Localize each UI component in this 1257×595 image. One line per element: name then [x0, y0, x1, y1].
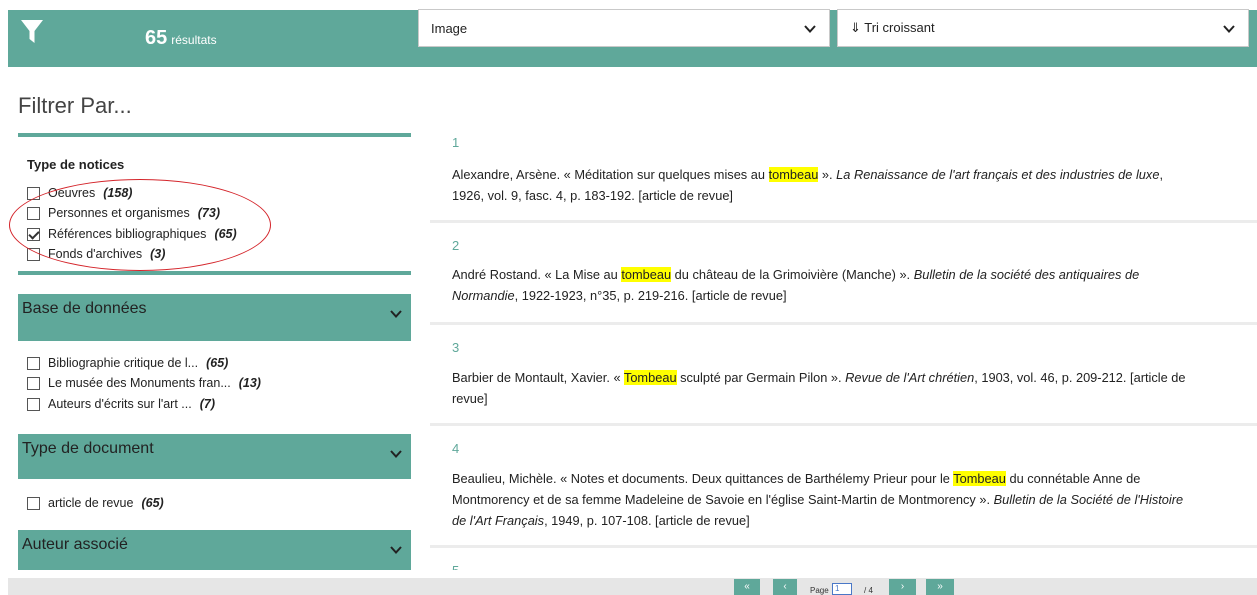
chevron-down-icon: [390, 450, 402, 458]
results-list: 1 Alexandre, Arsène. « Méditation sur qu…: [430, 120, 1257, 570]
checkbox[interactable]: [27, 397, 40, 411]
checkbox[interactable]: [27, 206, 40, 220]
result-card[interactable]: 4 Beaulieu, Michèle. « Notes et document…: [430, 426, 1257, 545]
filter-label: Bibliographie critique de l...: [48, 356, 199, 370]
result-citation[interactable]: Alexandre, Arsène. « Méditation sur quel…: [452, 164, 1197, 206]
filter-label: Auteurs d'écrits sur l'art ...: [48, 397, 192, 411]
type-select[interactable]: Image: [418, 9, 830, 47]
citation-text: André Rostand. « La Mise au: [452, 267, 622, 282]
filter-count: (65): [141, 496, 164, 510]
citation-journal: La Renaissance de l'art français et des …: [836, 167, 1160, 182]
section-divider: [18, 133, 411, 137]
filter-count: (13): [238, 376, 261, 390]
filter-references[interactable]: Références bibliographiques (65): [27, 226, 237, 242]
page: 65 résultats Image ⇓ Tri croissant Filtr…: [0, 0, 1257, 595]
filter-count: (65): [214, 227, 237, 241]
accordion-title: Type de document: [22, 440, 154, 457]
result-citation[interactable]: Barbier de Montault, Xavier. « Tombeau s…: [452, 367, 1197, 409]
filter-bibliographie[interactable]: Bibliographie critique de l... (65): [27, 355, 228, 371]
filter-label: Personnes et organismes: [48, 206, 190, 220]
accordion-type-document[interactable]: Type de document: [18, 434, 411, 479]
search-highlight: Tombeau: [623, 370, 677, 385]
checkbox[interactable]: [27, 247, 40, 261]
filter-icon[interactable]: [20, 19, 44, 45]
result-number: 2: [452, 238, 460, 253]
result-card[interactable]: 5: [430, 548, 1257, 570]
sort-select-value: ⇓ Tri croissant: [850, 20, 935, 35]
result-number: 3: [452, 340, 460, 355]
results-count: 65 résultats: [145, 27, 217, 50]
result-card[interactable]: 2 André Rostand. « La Mise au tombeau du…: [430, 223, 1257, 322]
checkbox[interactable]: [27, 186, 40, 200]
citation-text: Alexandre, Arsène. « Méditation sur quel…: [452, 167, 769, 182]
search-highlight: tombeau: [768, 167, 819, 182]
filter-label: Fonds d'archives: [48, 247, 143, 261]
citation-text: Barbier de Montault, Xavier. «: [452, 370, 624, 385]
filter-count: (158): [103, 186, 133, 200]
chevron-down-icon: [1223, 25, 1235, 33]
citation-text: ».: [818, 167, 837, 182]
type-notices-title: Type de notices: [27, 157, 125, 172]
citation-journal: Revue de l'Art chrétien: [845, 370, 975, 385]
filter-count: (7): [199, 397, 215, 411]
filter-label: Le musée des Monuments fran...: [48, 376, 231, 390]
prev-page-button[interactable]: ‹: [773, 579, 797, 595]
checkbox[interactable]: [27, 356, 40, 370]
filter-label: Références bibliographiques: [48, 227, 207, 241]
chevron-down-icon: [390, 546, 402, 554]
filter-label: Oeuvres: [48, 186, 96, 200]
filter-personnes[interactable]: Personnes et organismes (73): [27, 205, 220, 221]
citation-text: du château de la Grimoivière (Manche) ».: [671, 267, 914, 282]
filter-count: (73): [197, 206, 220, 220]
results-label: résultats: [171, 33, 217, 47]
result-citation[interactable]: André Rostand. « La Mise au tombeau du c…: [452, 264, 1197, 306]
page-label: Page: [810, 586, 829, 595]
checkbox[interactable]: [27, 376, 40, 390]
accordion-title: Auteur associé: [22, 536, 128, 553]
citation-text: , 1922-1923, n°35, p. 219-216. [article …: [514, 288, 787, 303]
chevron-down-icon: [804, 25, 816, 33]
accordion-base-donnees[interactable]: Base de données: [18, 294, 411, 341]
filter-article-revue[interactable]: article de revue (65): [27, 495, 164, 511]
filter-count: (65): [206, 356, 229, 370]
search-highlight: Tombeau: [953, 471, 1006, 486]
result-card[interactable]: 3 Barbier de Montault, Xavier. « Tombeau…: [430, 325, 1257, 423]
filter-heading: Filtrer Par...: [18, 93, 132, 118]
result-citation[interactable]: Beaulieu, Michèle. « Notes et documents.…: [452, 468, 1197, 531]
citation-text: Beaulieu, Michèle. « Notes et documents.…: [452, 471, 954, 486]
checkbox-checked[interactable]: [27, 227, 40, 241]
result-number: 5: [452, 563, 459, 570]
result-number: 4: [452, 441, 460, 456]
results-number: 65: [145, 27, 168, 49]
filter-label: article de revue: [48, 496, 134, 510]
filter-auteurs[interactable]: Auteurs d'écrits sur l'art ... (7): [27, 396, 215, 412]
first-page-button[interactable]: «: [734, 579, 760, 595]
section-divider: [18, 271, 411, 275]
citation-text: , 1949, p. 107-108. [article de revue]: [544, 513, 750, 528]
filter-fonds[interactable]: Fonds d'archives (3): [27, 246, 165, 262]
result-number: 1: [452, 135, 460, 150]
next-page-button[interactable]: ›: [889, 579, 916, 595]
page-total: / 4: [864, 586, 873, 595]
sort-select[interactable]: ⇓ Tri croissant: [837, 9, 1249, 47]
chevron-down-icon: [390, 310, 402, 318]
type-select-value: Image: [431, 20, 468, 36]
citation-text: sculpté par Germain Pilon ».: [676, 370, 846, 385]
search-highlight: tombeau: [621, 267, 672, 282]
filter-count: (3): [150, 247, 166, 261]
accordion-auteur-associe[interactable]: Auteur associé: [18, 530, 411, 570]
last-page-button[interactable]: »: [926, 579, 954, 595]
page-number-input[interactable]: 1: [832, 583, 852, 595]
filter-musee[interactable]: Le musée des Monuments fran... (13): [27, 375, 261, 391]
accordion-title: Base de données: [22, 300, 147, 317]
result-card[interactable]: 1 Alexandre, Arsène. « Méditation sur qu…: [430, 120, 1257, 220]
pagination-bar: [8, 578, 1257, 595]
filter-oeuvres[interactable]: Oeuvres (158): [27, 185, 132, 201]
checkbox[interactable]: [27, 496, 40, 510]
